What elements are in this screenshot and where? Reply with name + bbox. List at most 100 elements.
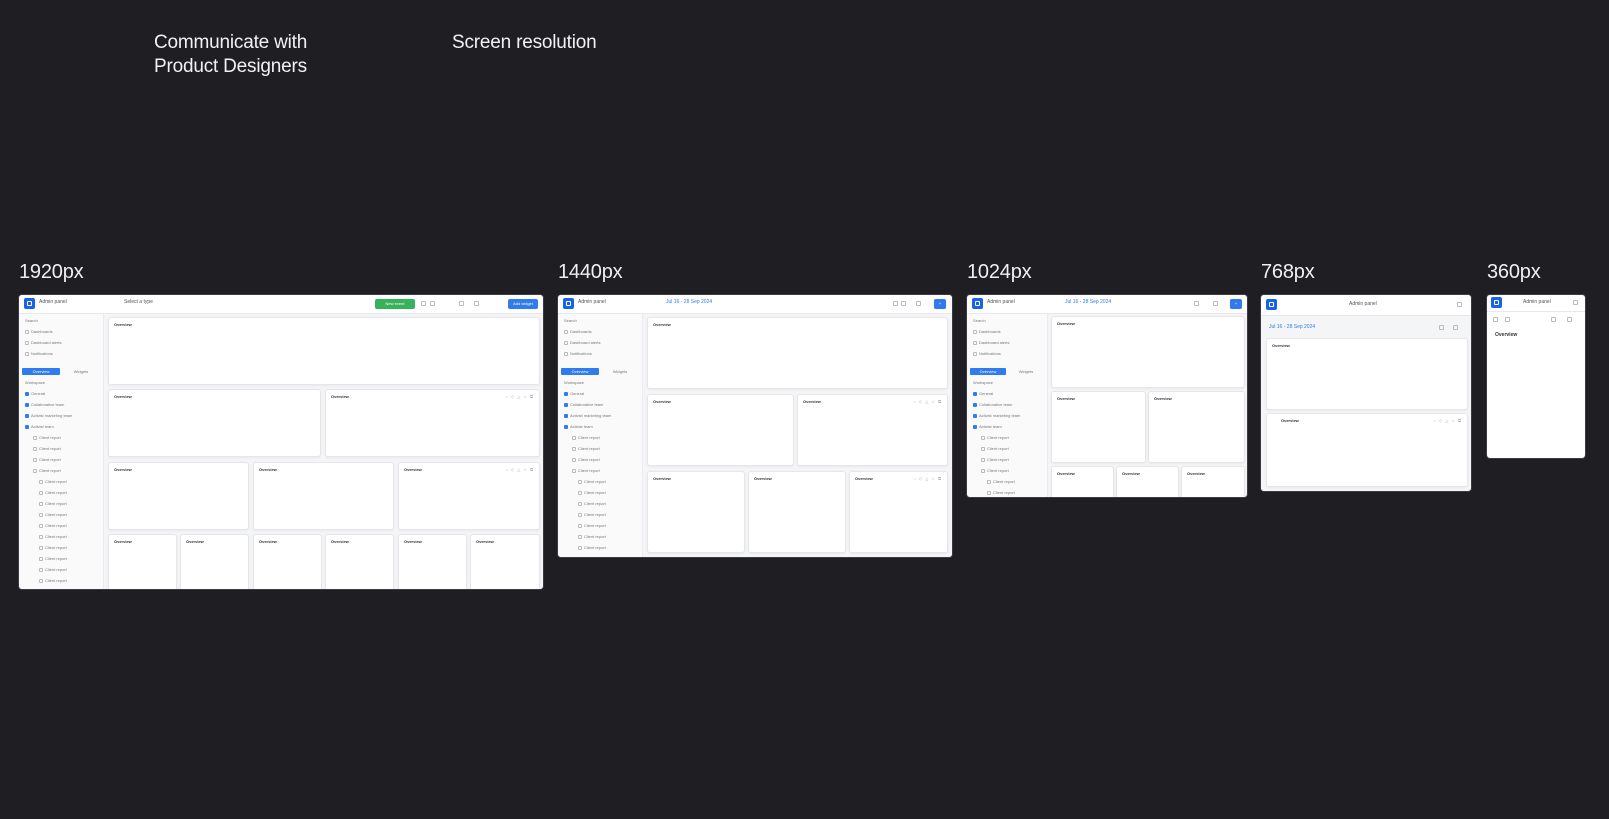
add-widget-button[interactable]: + [934, 299, 946, 309]
report-item[interactable]: Client report [981, 468, 1009, 473]
share-icon[interactable] [1439, 325, 1444, 330]
date-range[interactable]: Jul 16 - 28 Sep 2024 [666, 299, 712, 305]
overview-card: Overview ○ ◇ △ ☆ ⧉ [797, 394, 948, 466]
report-item[interactable]: Client report [33, 457, 61, 462]
filter-icon[interactable] [1493, 317, 1498, 322]
sidebar-item-dashboards[interactable]: Dashboards [564, 329, 592, 334]
list-icon[interactable] [430, 301, 435, 306]
share-icon[interactable] [459, 301, 464, 306]
sidebar-item-alerts[interactable]: Dashboard alerts [973, 340, 1009, 345]
report-item[interactable]: Client report [39, 556, 67, 561]
sidebar-item-notifications[interactable]: Notifications [25, 351, 53, 356]
date-range[interactable]: Jul 16 - 28 Sep 2024 [1269, 324, 1315, 330]
report-item[interactable]: Client report [578, 490, 606, 495]
type-filter[interactable]: Select a type [124, 299, 153, 305]
workspace-activist[interactable]: Activist team [25, 424, 54, 429]
topbar: Admin panel [1487, 295, 1585, 312]
grid-icon[interactable] [421, 301, 426, 306]
tab-overview[interactable]: Overview [561, 368, 599, 375]
report-item[interactable]: Client report [33, 446, 61, 451]
list-icon[interactable] [901, 301, 906, 306]
brand-label: Admin panel [987, 299, 1015, 305]
report-item[interactable]: Client report [39, 490, 67, 495]
sidebar-item-notifications[interactable]: Notifications [973, 351, 1001, 356]
add-widget-button[interactable]: + [1230, 299, 1242, 309]
sidebar-item-alerts[interactable]: Dashboard alerts [564, 340, 600, 345]
workspace-marketing[interactable]: Activist marketing team [564, 413, 611, 418]
search-input[interactable]: Search [973, 318, 986, 323]
report-item[interactable]: Client report [981, 435, 1009, 440]
settings-icon[interactable] [1567, 317, 1572, 322]
report-item[interactable]: Client report [39, 534, 67, 539]
grid-icon[interactable] [893, 301, 898, 306]
date-range[interactable]: Jul 16 - 28 Sep 2024 [1065, 299, 1111, 305]
share-icon[interactable] [1213, 301, 1218, 306]
preview-1440: Admin panel Jul 16 - 28 Sep 2024 + Searc… [558, 295, 952, 557]
sidebar: Search Dashboards Dashboard alerts Notif… [558, 314, 643, 557]
report-item[interactable]: Client report [981, 457, 1009, 462]
report-item[interactable]: Client report [578, 523, 606, 528]
workspace-general[interactable]: General [564, 391, 584, 396]
menu-icon[interactable] [1457, 302, 1462, 307]
settings-icon[interactable] [1453, 325, 1458, 330]
tab-widgets[interactable]: Widgets [1008, 368, 1044, 375]
topbar: Admin panel [1261, 295, 1471, 316]
workspace-general[interactable]: General [25, 391, 45, 396]
report-item[interactable]: Client report [572, 457, 600, 462]
workspace-label: Workspace [973, 380, 993, 385]
tab-overview[interactable]: Overview [22, 368, 60, 375]
report-item[interactable]: Client report [39, 479, 67, 484]
report-item[interactable]: Client report [981, 446, 1009, 451]
settings-icon[interactable] [474, 301, 479, 306]
overview-card: Overview ○ ◇ △ ☆ ⧉ [849, 471, 948, 553]
report-item[interactable]: Client report [572, 435, 600, 440]
sidebar-item-alerts[interactable]: Dashboard alerts [25, 340, 61, 345]
report-item[interactable]: Client report [33, 468, 61, 473]
brand-label: Admin panel [1349, 301, 1377, 307]
close-icon[interactable] [1573, 300, 1578, 305]
add-widget-button[interactable]: Add widget [508, 299, 538, 309]
report-item[interactable]: Client report [578, 534, 606, 539]
sidebar-item-dashboards[interactable]: Dashboards [25, 329, 53, 334]
workspace-collab[interactable]: Collaborative team [564, 402, 603, 407]
sidebar-item-dashboards[interactable]: Dashboards [973, 329, 1001, 334]
overview-card: Overview ○ ◇ △ ☆ ⧉ [398, 462, 540, 530]
report-item[interactable]: Client report [572, 468, 600, 473]
tab-widgets[interactable]: Widgets [62, 368, 100, 375]
preview-1024: Admin panel Jul 16 - 28 Sep 2024 + Searc… [967, 295, 1247, 497]
report-item[interactable]: Client report [39, 567, 67, 572]
workspace-collab[interactable]: Collaborative team [25, 402, 64, 407]
report-item[interactable]: Client report [987, 490, 1015, 495]
resolution-label-1440: 1440px [558, 261, 623, 283]
workspace-activist[interactable]: Activist team [564, 424, 593, 429]
tab-overview[interactable]: Overview [970, 368, 1006, 375]
workspace-marketing[interactable]: Activist marketing team [973, 413, 1020, 418]
search-input[interactable]: Search [564, 318, 577, 323]
report-item[interactable]: Client report [39, 578, 67, 583]
report-item[interactable]: Client report [39, 512, 67, 517]
new-event-button[interactable]: New event [375, 299, 415, 309]
share-icon[interactable] [916, 301, 921, 306]
workspace-activist[interactable]: Activist team [973, 424, 1002, 429]
workspace-marketing[interactable]: Activist marketing team [25, 413, 72, 418]
report-item[interactable]: Client report [578, 545, 606, 550]
report-item[interactable]: Client report [578, 479, 606, 484]
share-icon[interactable] [1551, 317, 1556, 322]
logo-icon [563, 298, 574, 309]
report-item[interactable]: Client report [578, 501, 606, 506]
report-item[interactable]: Client report [578, 512, 606, 517]
workspace-collab[interactable]: Collaborative team [973, 402, 1012, 407]
overview-card: Overview [253, 462, 394, 530]
search-input[interactable]: Search [25, 318, 38, 323]
tab-widgets[interactable]: Widgets [601, 368, 639, 375]
check-icon[interactable] [1505, 317, 1510, 322]
report-item[interactable]: Client report [987, 479, 1015, 484]
report-item[interactable]: Client report [572, 446, 600, 451]
report-item[interactable]: Client report [33, 435, 61, 440]
grid-icon[interactable] [1194, 301, 1199, 306]
report-item[interactable]: Client report [39, 545, 67, 550]
report-item[interactable]: Client report [39, 523, 67, 528]
report-item[interactable]: Client report [39, 501, 67, 506]
sidebar-item-notifications[interactable]: Notifications [564, 351, 592, 356]
workspace-general[interactable]: General [973, 391, 993, 396]
